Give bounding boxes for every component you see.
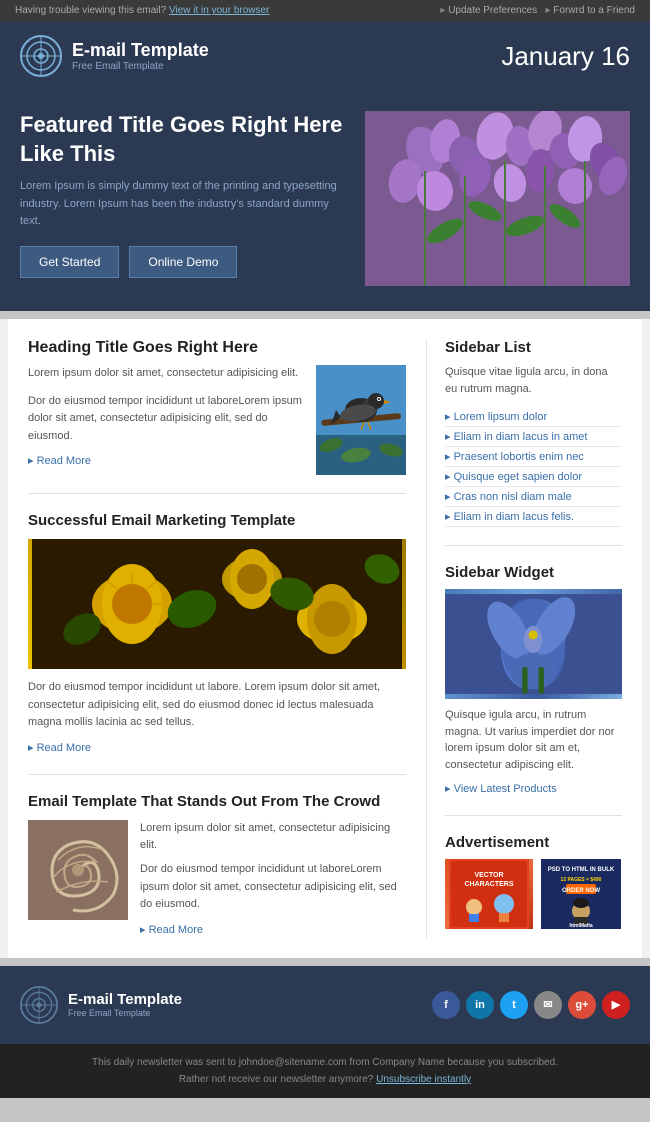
- sidebar-widget-heading: Sidebar Widget: [445, 564, 622, 581]
- footer-unsubscribe-text: Rather not receive our newsletter anymor…: [20, 1071, 630, 1088]
- svg-text:12 PAGES = $490: 12 PAGES = $490: [561, 877, 602, 883]
- article-3-heading: Email Template That Stands Out From The …: [28, 793, 406, 810]
- header: E-mail Template Free Email Template Janu…: [0, 21, 650, 91]
- article-3-intro: Lorem ipsum dolor sit amet, consectetur …: [140, 820, 406, 855]
- header-logo: E-mail Template Free Email Template: [20, 35, 209, 77]
- svg-text:CHARACTERS: CHARACTERS: [465, 881, 514, 888]
- top-bar-left: Having trouble viewing this email? View …: [15, 5, 269, 16]
- email-icon[interactable]: ✉: [534, 991, 562, 1019]
- article-1-intro: Lorem ipsum dolor sit amet, consectetur …: [28, 365, 304, 383]
- two-column-layout: Heading Title Goes Right Here Lorem ipsu…: [8, 319, 642, 958]
- footer-main: E-mail Template Free Email Template f in…: [0, 966, 650, 1044]
- top-bar-right: Update Preferences Forwrd to a Friend: [440, 5, 635, 16]
- footer-disclaimer: This daily newsletter was sent to johndo…: [20, 1054, 630, 1071]
- sidebar-widget-text: Quisque igula arcu, in rutrum magna. Ut …: [445, 707, 622, 773]
- svg-text:ORDER NOW: ORDER NOW: [562, 888, 600, 894]
- sidebar-list: Lorem lipsum dolor Eliam in diam lacus i…: [445, 407, 622, 527]
- article-2-heading: Successful Email Marketing Template: [28, 512, 406, 529]
- logo-text: E-mail Template Free Email Template: [72, 40, 209, 73]
- facebook-icon[interactable]: f: [432, 991, 460, 1019]
- article-2-read-more[interactable]: Read More: [28, 742, 91, 754]
- forward-friend-link[interactable]: Forwrd to a Friend: [545, 5, 635, 16]
- list-item[interactable]: Eliam in diam lacus in amet: [445, 427, 622, 447]
- svg-text:PSD TO HTML IN BULK: PSD TO HTML IN BULK: [548, 867, 615, 873]
- hero-content: Featured Title Goes Right Here Like This…: [20, 111, 350, 278]
- sidebar-widget-image: [445, 589, 622, 699]
- list-item[interactable]: Lorem lipsum dolor: [445, 407, 622, 427]
- article-1: Heading Title Goes Right Here Lorem ipsu…: [28, 339, 406, 494]
- list-item[interactable]: Praesent lobortis enim nec: [445, 447, 622, 467]
- header-date: January 16: [501, 41, 630, 72]
- linkedin-icon[interactable]: in: [466, 991, 494, 1019]
- view-in-browser-link[interactable]: View it in your browser: [169, 5, 269, 16]
- youtube-icon[interactable]: ▶: [602, 991, 630, 1019]
- article-3-image: [28, 820, 128, 920]
- update-preferences-link[interactable]: Update Preferences: [440, 5, 537, 16]
- right-column: Sidebar List Quisque vitae ligula arcu, …: [427, 339, 622, 938]
- hero-buttons: Get Started Online Demo: [20, 246, 350, 278]
- logo-subtitle: Free Email Template: [72, 61, 209, 72]
- get-started-button[interactable]: Get Started: [20, 246, 119, 278]
- footer-subtitle: Free Email Template: [68, 1008, 182, 1018]
- article-2: Successful Email Marketing Template: [28, 512, 406, 775]
- twitter-icon[interactable]: t: [500, 991, 528, 1019]
- social-icons: f in t ✉ g+ ▶: [432, 991, 630, 1019]
- footer-logo-icon: [20, 986, 58, 1024]
- article-1-image: [316, 365, 406, 475]
- hero-image: [365, 111, 630, 286]
- article-3-text: Lorem ipsum dolor sit amet, consectetur …: [140, 820, 406, 938]
- online-demo-button[interactable]: Online Demo: [129, 246, 237, 278]
- footer-logo-text: E-mail Template Free Email Template: [68, 991, 182, 1018]
- article-1-body: Dor do eiusmod tempor incididunt ut labo…: [28, 393, 304, 446]
- ad-banners: VECTOR CHARACTERS PSD TO HTML IN B: [445, 859, 622, 929]
- sidebar-list-desc: Quisque vitae ligula arcu, in dona eu ru…: [445, 364, 622, 397]
- logo-icon: [20, 35, 62, 77]
- google-plus-icon[interactable]: g+: [568, 991, 596, 1019]
- svg-text:htmlMafia: htmlMafia: [569, 923, 593, 929]
- list-item[interactable]: Cras non nisl diam male: [445, 487, 622, 507]
- list-item[interactable]: Eliam in diam lacus felis.: [445, 507, 622, 527]
- logo-title: E-mail Template: [72, 40, 209, 62]
- article-1-text: Lorem ipsum dolor sit amet, consectetur …: [28, 365, 304, 475]
- hero-body: Lorem Ipsum is simply dummy text of the …: [20, 178, 350, 231]
- main-content: Heading Title Goes Right Here Lorem ipsu…: [0, 319, 650, 958]
- svg-text:VECTOR: VECTOR: [474, 872, 503, 879]
- sidebar-widget-section: Sidebar Widget: [445, 564, 622, 816]
- article-3-inner: Lorem ipsum dolor sit amet, consectetur …: [28, 820, 406, 938]
- article-1-heading: Heading Title Goes Right Here: [28, 339, 406, 357]
- hero-title: Featured Title Goes Right Here Like This: [20, 111, 350, 168]
- list-item[interactable]: Quisque eget sapien dolor: [445, 467, 622, 487]
- article-3-read-more[interactable]: Read More: [140, 924, 203, 936]
- footer-logo: E-mail Template Free Email Template: [20, 986, 182, 1024]
- top-bar: Having trouble viewing this email? View …: [0, 0, 650, 21]
- advertisement-section: Advertisement VECTOR CHARACTERS: [445, 834, 622, 929]
- article-2-body: Dor do eiusmod tempor incididunt ut labo…: [28, 679, 406, 732]
- sidebar-list-heading: Sidebar List: [445, 339, 622, 356]
- article-3-body: Dor do eiusmod tempor incididunt ut labo…: [140, 861, 406, 914]
- ad-banner-2[interactable]: PSD TO HTML IN BULK 12 PAGES = $490 ORDE…: [537, 859, 625, 929]
- unsubscribe-link[interactable]: Unsubscribe instantly: [376, 1074, 471, 1085]
- left-column: Heading Title Goes Right Here Lorem ipsu…: [28, 339, 427, 938]
- article-3: Email Template That Stands Out From The …: [28, 793, 406, 938]
- advertisement-heading: Advertisement: [445, 834, 622, 851]
- article-2-image: [28, 539, 406, 669]
- view-products-link[interactable]: View Latest Products: [445, 783, 557, 795]
- footer-bottom: This daily newsletter was sent to johndo…: [0, 1044, 650, 1098]
- article-1-inner: Lorem ipsum dolor sit amet, consectetur …: [28, 365, 406, 475]
- article-1-read-more[interactable]: Read More: [28, 455, 91, 467]
- hero-section: Featured Title Goes Right Here Like This…: [0, 91, 650, 311]
- trouble-text: Having trouble viewing this email?: [15, 5, 166, 16]
- sidebar-list-section: Sidebar List Quisque vitae ligula arcu, …: [445, 339, 622, 546]
- ad-banner-1[interactable]: VECTOR CHARACTERS: [445, 859, 533, 929]
- footer-title: E-mail Template: [68, 991, 182, 1008]
